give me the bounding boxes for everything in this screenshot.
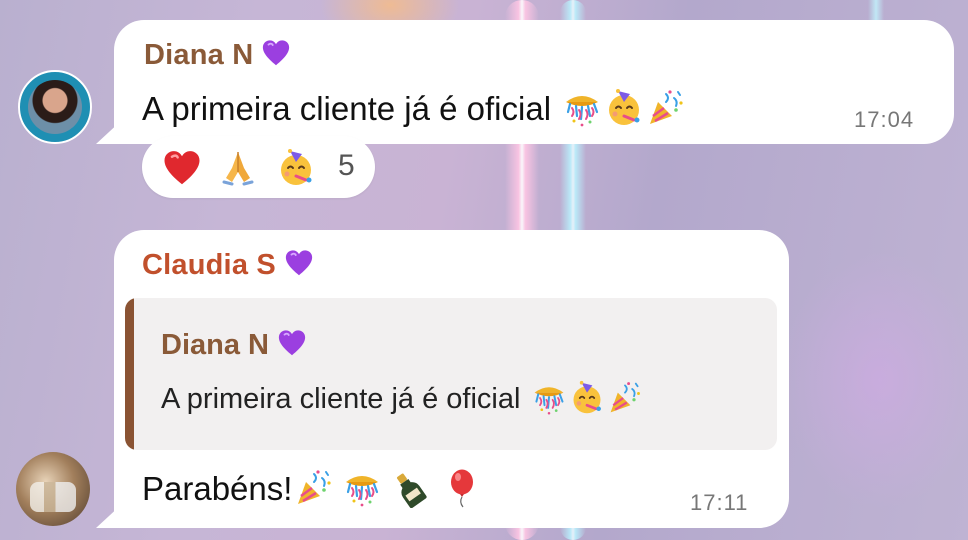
message-text-body: Parabéns! [142,470,293,507]
message-text: A primeira cliente já é oficial [142,88,686,128]
partying-face-icon [604,88,644,128]
partying-face-icon[interactable] [276,148,316,188]
confetti-ball-icon [342,468,382,508]
purple-heart-icon [261,38,291,68]
balloon-icon [442,468,482,508]
confetti-ball-icon [562,88,602,128]
quote-sender: Diana N [161,328,307,362]
sender-name[interactable]: Claudia S [142,248,314,282]
sender-name-text: Diana N [144,39,254,71]
quote-text: A primeira cliente já é oficial [161,380,643,416]
sender-name-text: Claudia S [142,249,276,281]
quote-bar [125,298,134,450]
message-time: 17:11 [690,490,749,515]
partying-face-icon [569,380,605,416]
reactions-bar[interactable]: 5 [142,136,375,198]
reaction-count: 5 [338,149,355,182]
message-text: Parabéns! [142,468,482,508]
reply-quote[interactable]: Diana N A primeira cliente já é oficial [125,298,777,450]
purple-heart-icon [284,248,314,278]
avatar-diana[interactable] [18,70,92,144]
quote-sender-text: Diana N [161,329,269,361]
quote-text-body: A primeira cliente já é oficial [161,383,521,415]
sender-name[interactable]: Diana N [144,38,291,72]
folded-hands-icon[interactable] [218,148,258,188]
party-popper-icon [294,468,334,508]
message-text-body: A primeira cliente já é oficial [142,90,552,127]
message-bubble-diana[interactable]: Diana N A primeira cliente já é oficial … [114,20,954,144]
message-time: 17:04 [854,107,915,132]
purple-heart-icon [277,328,307,358]
avatar-claudia[interactable] [16,452,90,526]
red-heart-icon[interactable] [162,148,202,188]
party-popper-icon [646,88,686,128]
confetti-ball-icon [531,380,567,416]
champagne-bottle-icon [390,468,430,508]
party-popper-icon [607,380,643,416]
